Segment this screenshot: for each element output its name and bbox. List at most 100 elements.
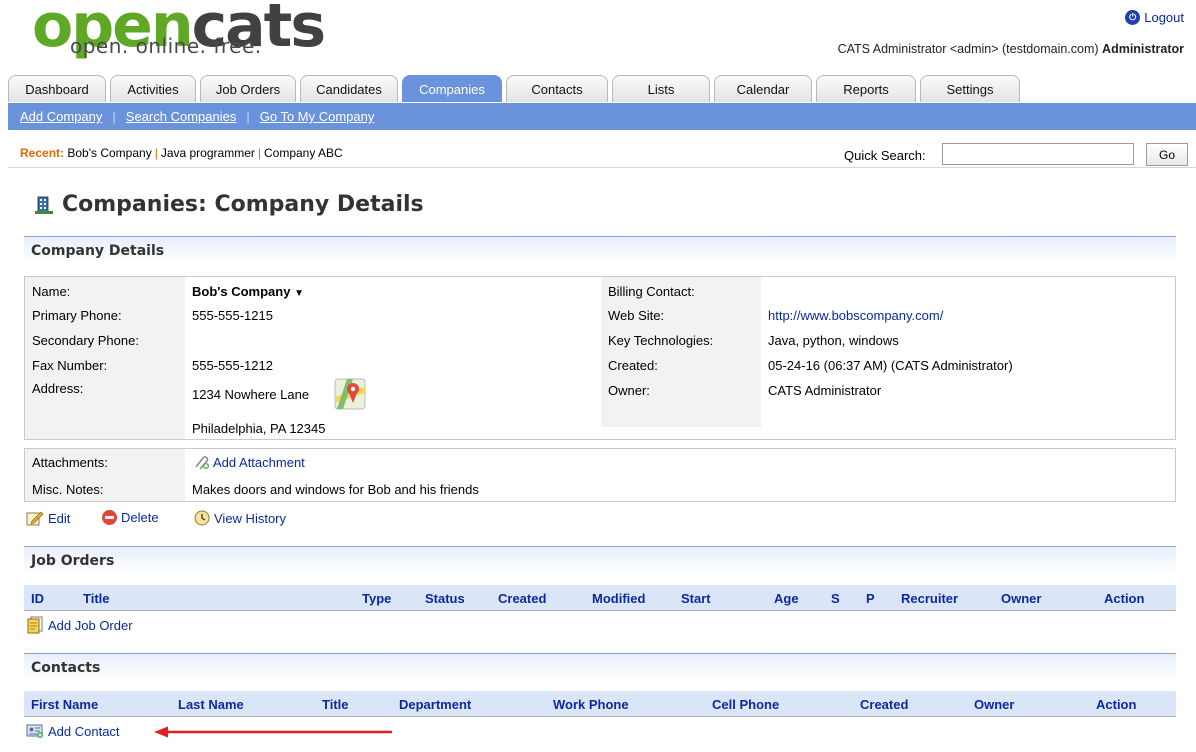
view-history-link[interactable]: View History	[214, 511, 286, 526]
paperclip-icon	[195, 456, 209, 470]
tab-lists[interactable]: Lists	[612, 75, 710, 102]
recent-item[interactable]: Company ABC	[264, 146, 343, 160]
edit-icon	[26, 511, 44, 526]
logo-tagline: open. online. free.	[70, 34, 262, 58]
secondary-phone-label: Secondary Phone:	[32, 333, 139, 348]
main-tabs: Dashboard Activities Job Orders Candidat…	[8, 75, 1020, 103]
col-start[interactable]: Start	[681, 591, 711, 606]
add-attachment-link[interactable]: Add Attachment	[192, 454, 305, 470]
col-action[interactable]: Action	[1096, 697, 1136, 712]
col-created[interactable]: Created	[860, 697, 908, 712]
power-icon: ⏻	[1125, 10, 1141, 25]
right-label-bg	[601, 277, 761, 427]
col-cell-phone[interactable]: Cell Phone	[712, 697, 779, 712]
col-p[interactable]: P	[866, 591, 875, 606]
tab-contacts[interactable]: Contacts	[506, 75, 608, 102]
fax-label: Fax Number:	[32, 358, 108, 373]
tab-companies[interactable]: Companies	[402, 75, 502, 102]
col-type[interactable]: Type	[362, 591, 391, 606]
col-s[interactable]: S	[831, 591, 840, 606]
contacts-table-header: First Name Last Name Title Department Wo…	[24, 691, 1176, 717]
user-info: CATS Administrator <admin> (testdomain.c…	[838, 42, 1184, 56]
edit-link[interactable]: Edit	[48, 511, 70, 526]
add-job-order-action[interactable]: Add Job Order	[26, 616, 133, 634]
address-line2: Philadelphia, PA 12345	[192, 421, 326, 436]
contact-card-icon	[26, 724, 43, 738]
col-modified[interactable]: Modified	[592, 591, 645, 606]
col-age[interactable]: Age	[774, 591, 799, 606]
quick-search-input[interactable]	[942, 143, 1134, 165]
delete-action[interactable]: Delete	[102, 510, 159, 525]
quick-search-label: Quick Search:	[844, 148, 926, 163]
col-department[interactable]: Department	[399, 697, 471, 712]
attachments-label: Attachments:	[32, 455, 108, 470]
billing-contact-label: Billing Contact:	[608, 284, 695, 299]
col-owner[interactable]: Owner	[1001, 591, 1041, 606]
view-history-action[interactable]: View History	[194, 510, 286, 526]
tab-candidates[interactable]: Candidates	[300, 75, 398, 102]
google-maps-icon[interactable]	[333, 377, 367, 411]
recent-item[interactable]: Bob's Company	[67, 146, 151, 160]
company-name-value: Bob's Company	[192, 284, 291, 299]
opencats-logo: opencats open. online. free.	[30, 0, 326, 68]
primary-phone-value: 555-555-1215	[192, 308, 273, 323]
edit-action[interactable]: Edit	[26, 510, 70, 526]
logout-link[interactable]: ⏻ Logout	[1125, 10, 1184, 25]
key-tech-label: Key Technologies:	[608, 333, 714, 348]
logout-label[interactable]: Logout	[1144, 10, 1184, 25]
add-job-order-link[interactable]: Add Job Order	[48, 618, 133, 633]
add-contact-action[interactable]: Add Contact	[26, 723, 120, 739]
section-company-details: Company Details	[24, 236, 1176, 264]
col-title[interactable]: Title	[83, 591, 110, 606]
page-title: Companies: Company Details	[34, 192, 424, 217]
recent-list: Recent: Bob's Company | Java programmer | Co…	[20, 146, 343, 160]
created-value: 05-24-16 (06:37 AM) (CATS Administrator)	[768, 358, 1013, 373]
add-contact-link[interactable]: Add Contact	[48, 724, 120, 739]
attachments-box: Attachments: Add Attachment Misc. Notes:…	[24, 448, 1176, 502]
col-owner[interactable]: Owner	[974, 697, 1014, 712]
tab-reports[interactable]: Reports	[816, 75, 916, 102]
col-last-name[interactable]: Last Name	[178, 697, 244, 712]
page-title-text: Companies: Company Details	[62, 192, 424, 217]
col-work-phone[interactable]: Work Phone	[553, 697, 629, 712]
tab-settings[interactable]: Settings	[920, 75, 1020, 102]
fax-value: 555-555-1212	[192, 358, 273, 373]
sub-navigation: Add Company | Search Companies | Go To M…	[8, 103, 1196, 130]
add-company-link[interactable]: Add Company	[20, 109, 102, 124]
col-action[interactable]: Action	[1104, 591, 1144, 606]
user-identity: CATS Administrator <admin> (testdomain.c…	[837, 42, 1099, 56]
col-recruiter[interactable]: Recruiter	[901, 591, 958, 606]
red-arrow-annotation	[154, 726, 392, 738]
add-attachment-label[interactable]: Add Attachment	[213, 455, 305, 470]
col-id[interactable]: ID	[31, 591, 44, 606]
col-first-name[interactable]: First Name	[31, 697, 98, 712]
address-line1: 1234 Nowhere Lane	[192, 387, 310, 402]
owner-value: CATS Administrator	[768, 383, 882, 398]
section-job-orders: Job Orders	[24, 546, 1176, 574]
delete-icon	[102, 510, 117, 525]
col-title[interactable]: Title	[322, 697, 349, 712]
primary-phone-label: Primary Phone:	[32, 308, 122, 323]
job-order-icon	[27, 616, 43, 634]
misc-notes-value: Makes doors and windows for Bob and his …	[192, 482, 479, 497]
go-to-my-company-link[interactable]: Go To My Company	[260, 109, 375, 124]
clock-icon	[194, 510, 210, 526]
company-details-box: Name: Bob's Company ▼ Primary Phone: 555…	[24, 276, 1176, 440]
search-companies-link[interactable]: Search Companies	[126, 109, 237, 124]
name-label: Name:	[32, 284, 71, 299]
recent-item[interactable]: Java programmer	[161, 146, 255, 160]
col-status[interactable]: Status	[425, 591, 465, 606]
col-created[interactable]: Created	[498, 591, 546, 606]
misc-notes-label: Misc. Notes:	[32, 482, 104, 497]
section-contacts: Contacts	[24, 653, 1176, 681]
quick-search-go-button[interactable]: Go	[1146, 143, 1188, 166]
delete-link[interactable]: Delete	[121, 510, 159, 525]
company-name[interactable]: Bob's Company ▼	[192, 284, 304, 299]
tab-job-orders[interactable]: Job Orders	[200, 75, 296, 102]
website-link[interactable]: http://www.bobscompany.com/	[768, 308, 943, 323]
tab-activities[interactable]: Activities	[110, 75, 196, 102]
tab-calendar[interactable]: Calendar	[714, 75, 812, 102]
chevron-down-icon[interactable]: ▼	[294, 288, 304, 299]
tab-dashboard[interactable]: Dashboard	[8, 75, 106, 102]
job-orders-table-header: ID Title Type Status Created Modified St…	[24, 585, 1176, 611]
